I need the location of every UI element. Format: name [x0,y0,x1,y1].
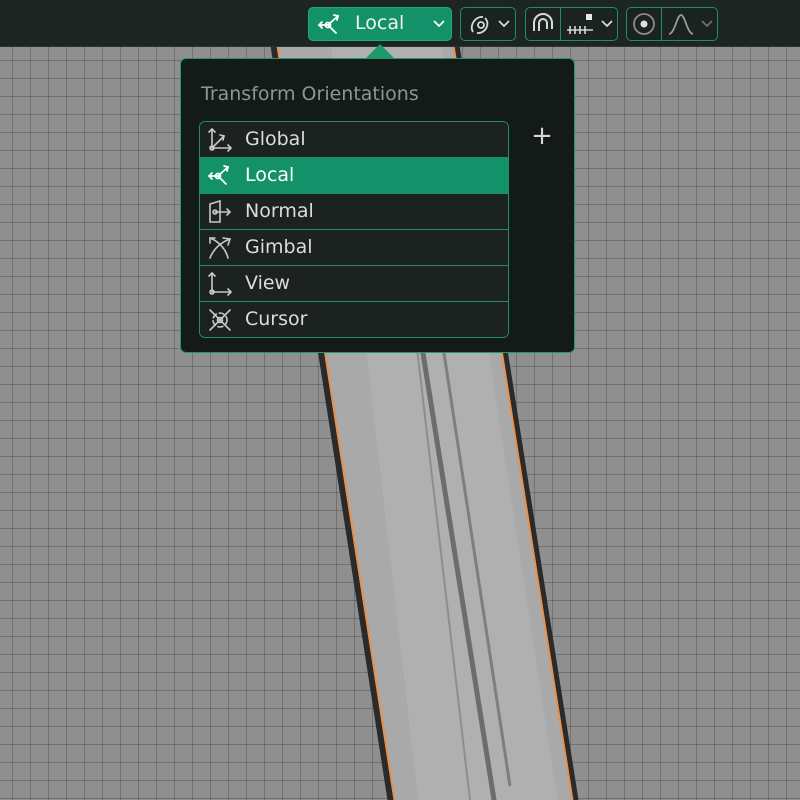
chevron-down-icon [601,20,613,28]
pivot-point-dropdown[interactable] [460,7,516,41]
orientation-label: View [245,272,291,294]
orientation-item-gimbal[interactable]: Gimbal [200,229,508,265]
falloff-dropdown[interactable] [661,8,718,40]
transform-orientations-popup: Transform Orientations + Global Local No… [180,58,575,353]
local-orientation-icon [207,165,230,185]
orientation-label: Gimbal [245,236,313,258]
snapping-group [525,7,618,41]
add-orientation-button[interactable]: + [527,121,557,151]
chevron-down-icon [701,20,713,28]
snap-increment-icon [567,14,593,34]
orientation-label: Cursor [245,308,308,330]
pivot-point-icon [470,16,489,34]
local-orientation-icon [317,14,340,34]
orientation-item-view[interactable]: View [200,265,508,301]
magnet-icon [533,13,553,31]
proportional-editing-toggle[interactable] [627,8,661,40]
chevron-down-icon [433,20,445,28]
orientation-item-normal[interactable]: Normal [200,193,508,229]
view-orientation-icon [208,271,233,296]
gimbal-orientation-icon [209,237,232,259]
orientation-label: Normal [245,200,314,222]
transform-orientation-dropdown[interactable]: Local [308,7,452,41]
snap-target-dropdown[interactable] [560,8,618,40]
orientation-item-local[interactable]: Local [200,157,508,193]
orientation-item-cursor[interactable]: Cursor [200,301,508,337]
snap-toggle-button[interactable] [526,8,560,40]
chevron-down-icon [498,20,510,28]
cursor-orientation-icon [209,309,231,331]
orientation-list: Global Local Normal Gimbal View Cursor [199,121,509,338]
proportional-editing-group [626,7,718,41]
orientation-label: Global [245,128,306,150]
orientation-label: Local [355,12,405,34]
orientation-item-global[interactable]: Global [200,122,508,157]
orientation-label: Local [245,164,295,186]
global-orientation-icon [208,127,233,152]
normal-orientation-icon [209,199,232,223]
falloff-curve-icon [668,14,694,35]
popup-pointer [365,44,395,59]
proportional-editing-icon [633,13,655,35]
popup-title: Transform Orientations [201,83,419,105]
viewport-header: Local [0,0,800,47]
